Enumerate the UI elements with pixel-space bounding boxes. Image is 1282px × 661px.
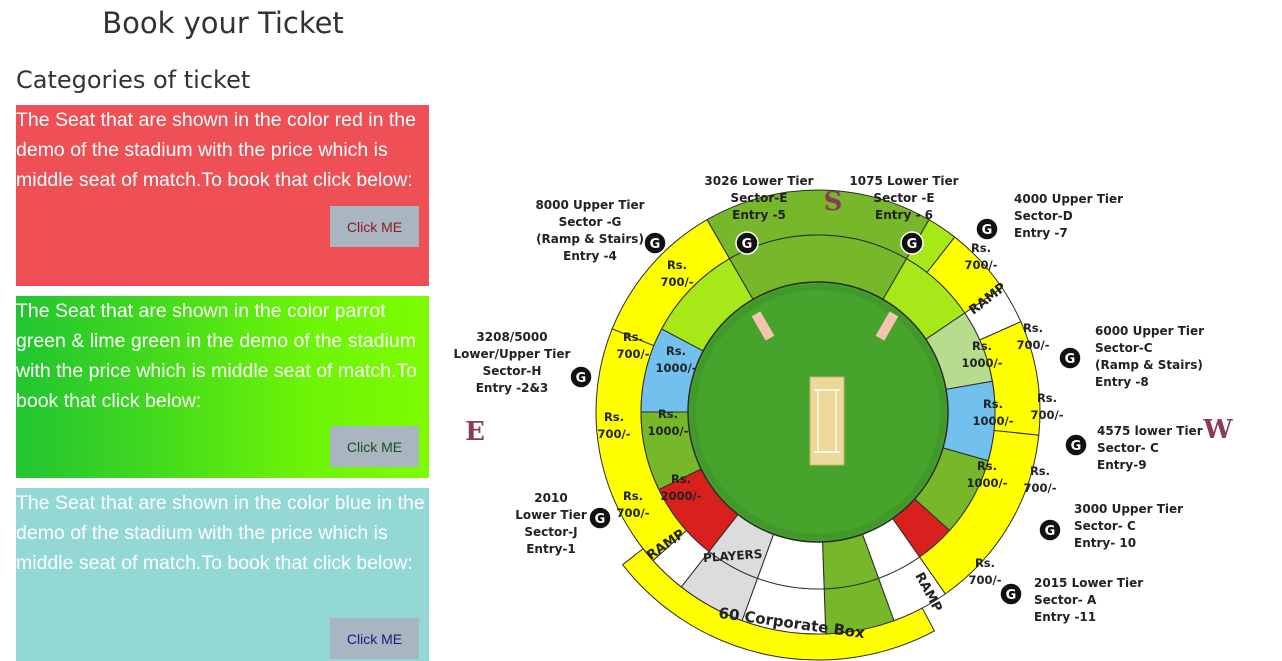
price-label: Rs. [1023,321,1043,335]
price-label: Rs. [623,330,643,344]
direction-north: S [824,187,843,217]
gate-letter: G [907,237,918,252]
price-label: Rs. [667,258,687,272]
entry-label: 3208/5000 [476,330,547,344]
categories-heading: Categories of ticket [16,66,251,94]
gate-letter: G [595,512,606,527]
entry-label: Entry - 6 [875,208,933,222]
gate-letter: G [576,371,587,386]
entry-label: Sector-E [731,191,788,205]
entry-label: 6000 Upper Tier [1095,324,1204,338]
book-green-button[interactable]: Click ME [330,426,419,467]
price-label: 700/- [1031,408,1064,422]
price-label: 700/- [1017,338,1050,352]
book-red-button[interactable]: Click ME [330,206,419,247]
entry-label: Entry -4 [563,249,617,263]
entry-label: Sector- C [1097,441,1159,455]
price-label: 700/- [661,275,694,289]
category-description: The Seat that are shown in the color blu… [16,492,425,574]
entry-label: 3000 Upper Tier [1074,502,1183,516]
entry-label: Sector- C [1074,519,1136,533]
page-title: Book your Ticket [102,6,344,40]
direction-east: E [465,417,485,447]
entry-label: Entry -2&3 [476,381,549,395]
price-label: Rs. [604,410,624,424]
gate-letter: G [742,237,753,252]
category-card-blue: The Seat that are shown in the color blu… [16,488,429,661]
entry-label: Entry-1 [526,542,576,556]
entry-label: Sector-C [1095,341,1153,355]
direction-west: W [1202,415,1233,445]
entry-label: 2010 [534,491,567,505]
entry-label: 3026 Lower Tier [704,174,813,188]
entry-label: Sector- A [1034,593,1097,607]
entry-label: 8000 Upper Tier [535,198,644,212]
gate-letter: G [650,237,661,252]
price-label: Rs. [666,344,686,358]
price-label: Rs. [671,472,691,486]
entry-label: Lower Tier [515,508,587,522]
entry-label: Sector-D [1014,209,1073,223]
price-label: Rs. [1030,464,1050,478]
price-label: Rs. [983,397,1003,411]
entry-label: 4000 Upper Tier [1014,192,1123,206]
price-label: 1000/- [967,476,1008,490]
entry-label: Entry -8 [1095,375,1149,389]
price-label: 700/- [1024,481,1057,495]
gate-letter: G [982,223,993,238]
gate-letter: G [1045,524,1056,539]
entry-label: Entry -7 [1014,226,1068,240]
category-description: The Seat that are shown in the color par… [16,300,418,412]
price-label: 1000/- [962,356,1003,370]
entry-label: Sector -E [873,191,934,205]
price-label: Rs. [972,339,992,353]
entry-label: (Ramp & Stairs) [1095,358,1203,372]
price-label: 700/- [617,347,650,361]
price-label: Rs. [977,459,997,473]
entry-label: Entry-9 [1097,458,1147,472]
entry-label: Sector -G [559,215,622,229]
price-label: 1000/- [648,424,689,438]
entry-label: 1075 Lower Tier [849,174,958,188]
book-blue-button[interactable]: Click ME [330,618,419,659]
entry-label: 4575 lower Tier [1097,424,1203,438]
category-description: The Seat that are shown in the color red… [16,109,416,191]
gate-letter: G [1065,352,1076,367]
price-label: 1000/- [656,361,697,375]
price-label: 700/- [969,573,1002,587]
gate-letter: G [1006,588,1017,603]
price-label: Rs. [971,241,991,255]
entry-label: Sector-J [524,525,577,539]
entry-label: Entry -5 [732,208,786,222]
entry-label: Lower/Upper Tier [454,347,571,361]
entry-label: Entry- 10 [1074,536,1136,550]
price-label: Rs. [975,556,995,570]
category-card-red: The Seat that are shown in the color red… [16,105,429,286]
entry-label: (Ramp & Stairs) [536,232,644,246]
gate-letter: G [1071,439,1082,454]
entry-label: 2015 Lower Tier [1034,576,1143,590]
price-label: Rs. [623,489,643,503]
price-label: 1000/- [973,414,1014,428]
price-label: 2000/- [661,489,702,503]
price-label: 700/- [965,258,998,272]
price-label: Rs. [658,407,678,421]
entry-label: Sector-H [483,364,542,378]
price-label: 700/- [617,506,650,520]
entry-label: Entry -11 [1034,610,1096,624]
price-label: Rs. [1037,391,1057,405]
price-label: 700/- [598,427,631,441]
category-card-green: The Seat that are shown in the color par… [16,296,429,478]
stadium-map: Rs. 700/- Rs. 700/- Rs. 700/- Rs. 700/- Rs. 700/-… [454,174,1233,661]
